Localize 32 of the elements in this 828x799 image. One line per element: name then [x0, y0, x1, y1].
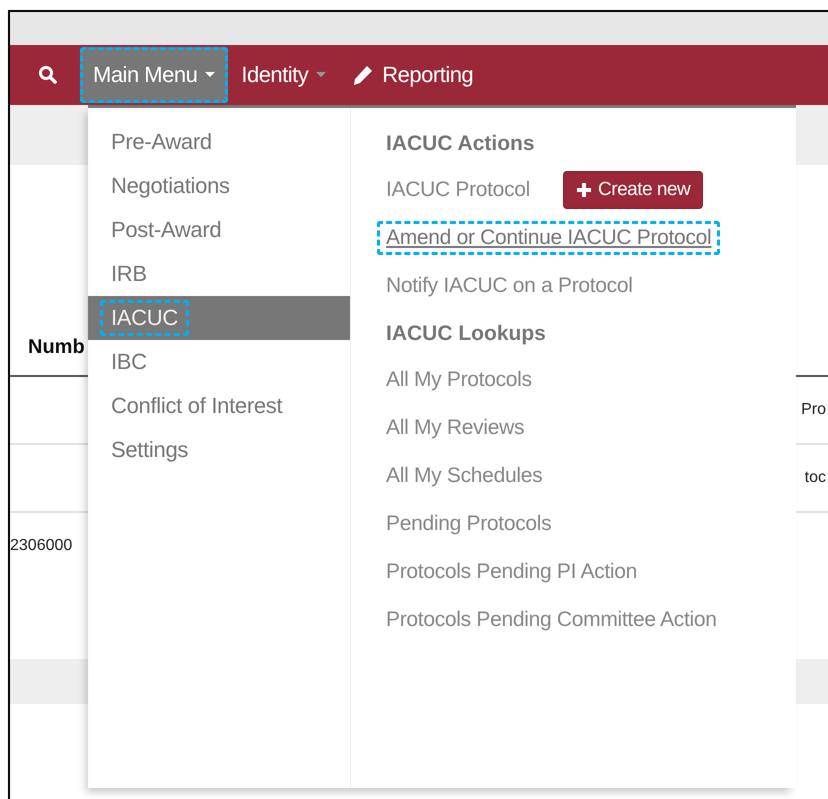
menu-item[interactable]: IBC	[88, 340, 350, 384]
menu-item[interactable]: IRB	[88, 252, 350, 296]
nav-menu-button[interactable]: Main Menu	[80, 47, 228, 103]
menu-item[interactable]: IACUC	[88, 296, 350, 340]
table-cell: Pro	[801, 401, 826, 419]
table-cell: 2306000	[10, 537, 72, 555]
caret-icon	[316, 72, 326, 78]
search-icon	[38, 65, 58, 85]
menu-item[interactable]: Pre-Award	[88, 120, 350, 164]
menu-link[interactable]: Pending Protocols	[377, 507, 560, 541]
menu-item[interactable]: Conflict of Interest	[88, 384, 350, 428]
menu-item[interactable]: Settings	[88, 428, 350, 472]
column-header: Numb	[27, 336, 85, 359]
nav-menu-button[interactable]: Identity	[228, 47, 340, 103]
table-cell: toc	[804, 469, 826, 487]
menu-link[interactable]: Protocols Pending Committee Action	[377, 603, 726, 637]
menu-link[interactable]: All My Protocols	[377, 363, 541, 397]
plus-icon	[576, 182, 592, 198]
menu-link[interactable]: Protocols Pending PI Action	[377, 555, 646, 589]
section-heading: IACUC Lookups	[385, 321, 547, 347]
reporting-button[interactable]: Reporting	[339, 47, 486, 103]
pencil-icon	[352, 64, 374, 86]
caret-icon	[205, 72, 216, 78]
menu-item[interactable]: Post-Award	[88, 208, 350, 252]
menu-link[interactable]: Notify IACUC on a Protocol	[377, 269, 642, 303]
menu-link[interactable]: IACUC Protocol	[377, 173, 540, 207]
menu-item[interactable]: Negotiations	[88, 164, 350, 208]
section-heading: IACUC Actions	[385, 131, 536, 157]
menu-link[interactable]: All My Reviews	[377, 411, 534, 445]
create-new-button[interactable]: Create new	[563, 171, 704, 209]
menu-link[interactable]: Amend or Continue IACUC Protocol	[377, 221, 720, 255]
menu-link[interactable]: All My Schedules	[377, 459, 552, 493]
